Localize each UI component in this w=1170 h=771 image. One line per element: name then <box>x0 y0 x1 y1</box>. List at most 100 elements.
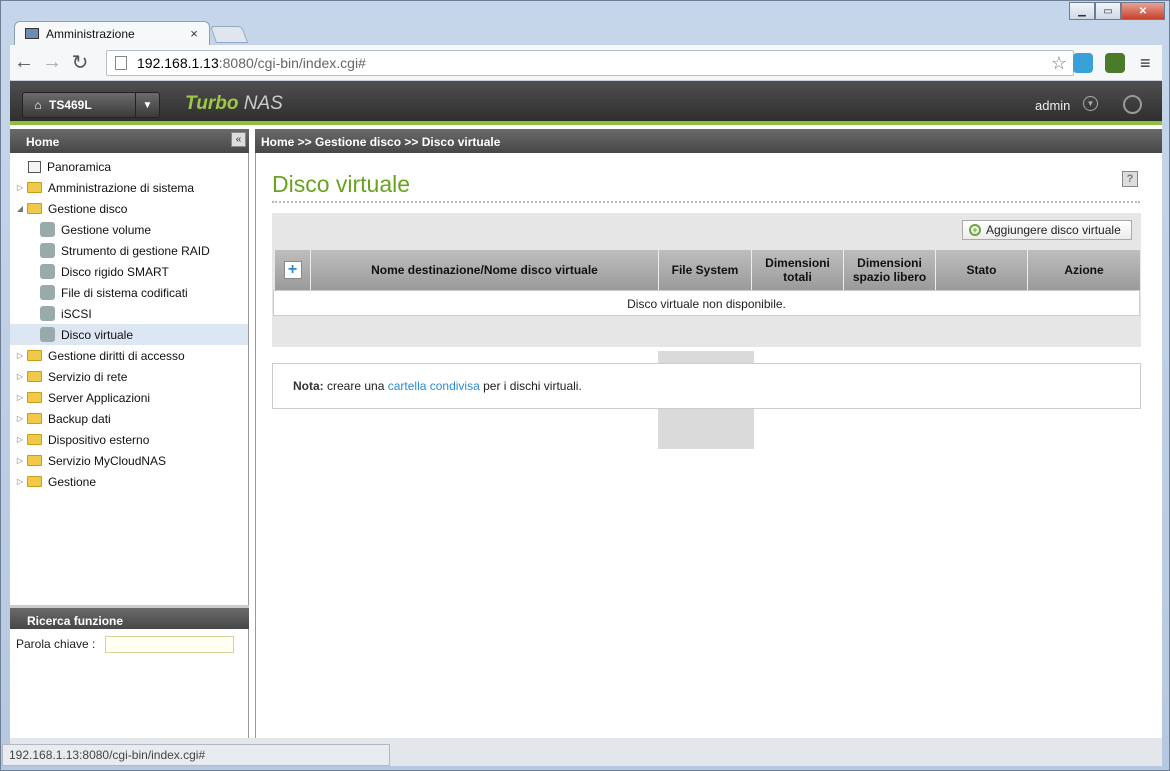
user-dropdown-icon[interactable]: ▼ <box>1083 96 1098 111</box>
back-arrow-icon[interactable]: ← <box>10 49 38 77</box>
expand-arrow-icon[interactable]: ▷ <box>13 351 27 360</box>
sidebar-item-server-applicazioni[interactable]: ▷ Server Applicazioni <box>10 387 248 408</box>
keyword-input[interactable] <box>105 636 234 653</box>
close-window-button[interactable]: ✕ <box>1121 2 1165 20</box>
forward-arrow-icon[interactable]: → <box>38 49 66 77</box>
collapse-arrow-icon[interactable]: ◢ <box>13 204 27 213</box>
table-header: + Nome destinazione/Nome disco virtuale … <box>275 250 1140 290</box>
column-header: Azione <box>1064 263 1104 277</box>
page-title: Disco virtuale <box>272 171 411 197</box>
folder-icon <box>27 476 42 487</box>
home-icon: ⌂ <box>34 98 42 112</box>
skype-extension-icon[interactable] <box>1073 53 1093 73</box>
virtual-disk-icon <box>40 327 55 342</box>
browser-tab[interactable]: Amministrazione × <box>14 21 210 45</box>
search-section-title: Ricerca funzione <box>10 605 249 629</box>
minimize-button[interactable]: ▁ <box>1069 2 1095 20</box>
main-panel: Disco virtuale ? + Aggiungere disco virt… <box>255 153 1162 738</box>
page-content: ⌂ TS469L ▼ Turbo NAS admin ▼ Home « Pano… <box>10 81 1162 738</box>
device-menu-button[interactable]: ⌂ TS469L ▼ <box>22 92 160 118</box>
monitor-icon <box>25 28 39 39</box>
empty-table-message: Disco virtuale non disponibile. <box>273 290 1140 316</box>
bookmark-star-icon[interactable]: ☆ <box>1051 53 1067 74</box>
sidebar-item-panoramica[interactable]: Panoramica <box>10 156 248 177</box>
folder-open-icon <box>27 203 42 214</box>
add-virtual-disk-button[interactable]: + Aggiungere disco virtuale <box>962 220 1132 240</box>
globe-icon[interactable] <box>1123 95 1142 114</box>
collapse-icon[interactable]: « <box>231 132 246 147</box>
folder-icon <box>27 350 42 361</box>
sidebar-title: Home <box>10 129 249 153</box>
sidebar-item-file-codificati[interactable]: File di sistema codificati <box>10 282 248 303</box>
browser-toolbar: ← → ↻ 192.168.1.13:8080/cgi-bin/index.cg… <box>10 45 1162 81</box>
sidebar-item-iscsi[interactable]: iSCSI <box>10 303 248 324</box>
sidebar: Panoramica ▷ Amministrazione di sistema ◢… <box>10 153 249 738</box>
note-text: per i dischi virtuali. <box>479 379 582 393</box>
reload-icon[interactable]: ↻ <box>66 49 94 77</box>
sidebar-item-mycloudnas[interactable]: ▷ Servizio MyCloudNAS <box>10 450 248 471</box>
url-path: :8080/cgi-bin/index.cgi# <box>218 55 366 71</box>
breadcrumb: Home >> Gestione disco >> Disco virtuale <box>255 129 1162 153</box>
shared-folder-link[interactable]: cartella condivisa <box>388 379 480 393</box>
raid-icon <box>40 243 55 258</box>
nas-header: ⌂ TS469L ▼ Turbo NAS admin ▼ <box>10 81 1162 125</box>
folder-icon <box>27 413 42 424</box>
folder-icon <box>27 371 42 382</box>
chevron-down-icon: ▼ <box>135 93 159 117</box>
sidebar-item-servizio-rete[interactable]: ▷ Servizio di rete <box>10 366 248 387</box>
expand-arrow-icon[interactable]: ▷ <box>13 372 27 381</box>
sidebar-item-amministrazione[interactable]: ▷ Amministrazione di sistema <box>10 177 248 198</box>
help-icon[interactable]: ? <box>1122 171 1138 187</box>
note-text: creare una <box>323 379 388 393</box>
extension-icon[interactable] <box>1105 53 1125 73</box>
iscsi-icon <box>40 306 55 321</box>
folder-icon <box>27 434 42 445</box>
user-name[interactable]: admin <box>1035 98 1070 113</box>
overview-icon <box>28 160 41 173</box>
sidebar-item-diritti-accesso[interactable]: ▷ Gestione diritti di accesso <box>10 345 248 366</box>
menu-icon[interactable]: ≡ <box>1140 53 1151 74</box>
expand-arrow-icon[interactable]: ▷ <box>13 456 27 465</box>
address-bar[interactable]: 192.168.1.13:8080/cgi-bin/index.cgi# ☆ <box>106 50 1074 76</box>
hdd-smart-icon <box>40 264 55 279</box>
tab-title: Amministrazione <box>46 26 135 41</box>
expand-arrow-icon[interactable]: ▷ <box>13 414 27 423</box>
maximize-button[interactable]: ▭ <box>1095 2 1121 20</box>
sidebar-item-disco-virtuale[interactable]: Disco virtuale <box>10 324 248 345</box>
status-url: 192.168.1.13:8080/cgi-bin/index.cgi# <box>2 744 390 766</box>
volume-icon <box>40 222 55 237</box>
sidebar-item-backup[interactable]: ▷ Backup dati <box>10 408 248 429</box>
column-header: File System <box>659 250 752 290</box>
folder-icon <box>27 455 42 466</box>
close-tab-icon[interactable]: × <box>185 26 203 41</box>
expand-arrow-icon[interactable]: ▷ <box>13 477 27 486</box>
browser-window: Amministrazione × ▁ ▭ ✕ ← → ↻ 192.168.1.… <box>0 0 1170 771</box>
folder-icon <box>27 182 42 193</box>
sidebar-item-gestione-volume[interactable]: Gestione volume <box>10 219 248 240</box>
expand-arrow-icon[interactable]: ▷ <box>13 393 27 402</box>
sidebar-item-raid[interactable]: Strumento di gestione RAID <box>10 240 248 261</box>
expand-all-cell: + <box>275 250 311 290</box>
tab-strip: Amministrazione × ▁ ▭ ✕ <box>1 1 1170 45</box>
column-header: Dimensioni totali <box>752 250 844 290</box>
nav-tree: Panoramica ▷ Amministrazione di sistema ◢… <box>10 153 248 492</box>
url-host: 192.168.1.13 <box>137 55 219 71</box>
encrypted-fs-icon <box>40 285 55 300</box>
plus-icon[interactable]: + <box>283 261 302 279</box>
new-tab-button[interactable] <box>209 26 249 43</box>
note-box: Nota: creare una cartella condivisa per … <box>272 363 1141 409</box>
expand-arrow-icon[interactable]: ▷ <box>13 435 27 444</box>
window-controls: ▁ ▭ ✕ <box>1069 2 1165 20</box>
expand-arrow-icon[interactable]: ▷ <box>13 183 27 192</box>
column-header: Nome destinazione/Nome disco virtuale <box>311 250 659 290</box>
keyword-label: Parola chiave : <box>16 637 96 651</box>
folder-icon <box>27 392 42 403</box>
sidebar-item-gestione[interactable]: ▷ Gestione <box>10 471 248 492</box>
brand-logo: Turbo NAS <box>185 93 283 114</box>
page-icon <box>115 56 127 70</box>
add-icon: + <box>969 224 981 236</box>
sidebar-item-dispositivo-esterno[interactable]: ▷ Dispositivo esterno <box>10 429 248 450</box>
sidebar-item-gestione-disco[interactable]: ◢ Gestione disco <box>10 198 248 219</box>
title-divider <box>272 201 1140 203</box>
sidebar-item-smart[interactable]: Disco rigido SMART <box>10 261 248 282</box>
